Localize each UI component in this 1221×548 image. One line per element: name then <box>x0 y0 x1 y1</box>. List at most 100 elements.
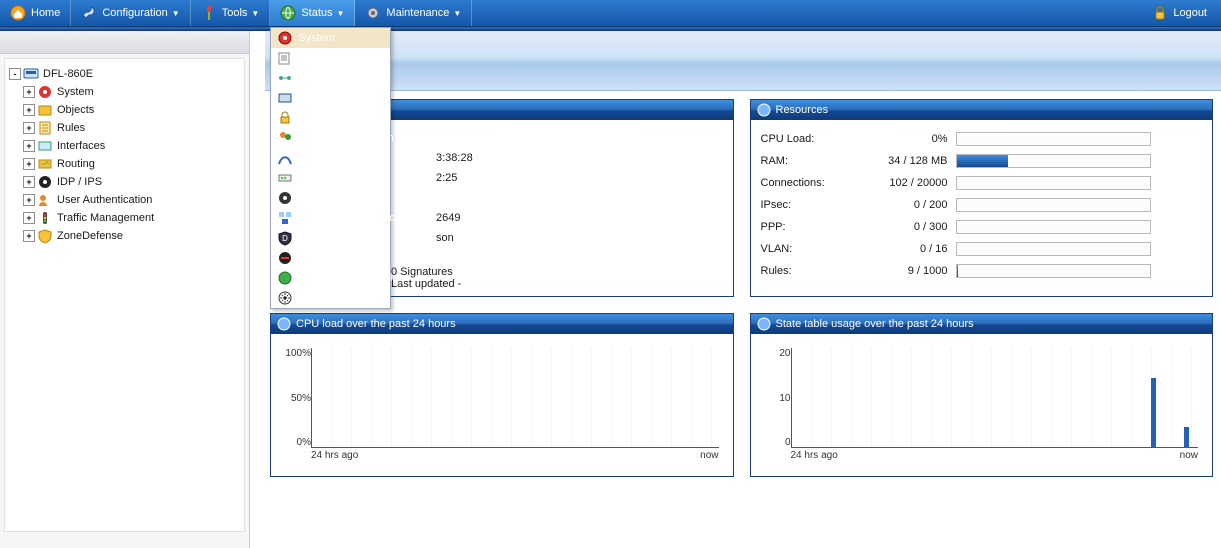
svg-text:D: D <box>282 234 288 243</box>
zonedefense-icon: D <box>277 230 293 246</box>
status-dd-connections[interactable]: Connections <box>271 68 390 88</box>
menu-status-label: Status <box>301 7 332 19</box>
menu-home-label: Home <box>31 7 60 19</box>
slb-icon <box>277 210 293 226</box>
chart-icon <box>757 317 771 331</box>
resource-value: 0 / 200 <box>866 199 956 211</box>
status-dd-label: Routes <box>298 152 333 164</box>
chip-icon <box>757 103 771 117</box>
status-dropdown: System Logging Connections Interfaces IPsec U… <box>270 27 391 309</box>
resource-key: CPU Load: <box>761 133 866 145</box>
status-dd-routes[interactable]: Routes <box>271 148 390 168</box>
tools-icon <box>201 5 217 21</box>
idp-icon <box>37 174 53 190</box>
tree-item-userauth[interactable]: +User Authentication <box>9 191 240 209</box>
status-dd-label: Interfaces <box>298 92 346 104</box>
resource-row: CPU Load:0% <box>761 128 1203 150</box>
status-dd-idpips[interactable]: IDP/IPS <box>271 188 390 208</box>
resource-bar <box>956 264 1151 278</box>
interfaces-icon <box>277 90 293 106</box>
status-dd-user-auth[interactable]: User Authentication <box>271 128 390 148</box>
status-dd-dhcp[interactable]: DHCP Server <box>271 168 390 188</box>
status-dd-label: Logging <box>298 52 337 64</box>
status-dd-label: Blacklist <box>298 252 338 264</box>
resource-value: 9 / 1000 <box>866 265 956 277</box>
status-dd-label: User Authentication <box>298 132 393 144</box>
resource-value: 0 / 300 <box>866 221 956 233</box>
status-dd-slb[interactable]: Server Load Balancing <box>271 208 390 228</box>
status-dd-logging[interactable]: Logging <box>271 48 390 68</box>
content-area: System Status ModSys3:38:28Upti2:25ConFi… <box>250 31 1221 548</box>
resource-bar <box>956 132 1151 146</box>
resource-key: VLAN: <box>761 243 866 255</box>
tree-expand-icon[interactable]: + <box>23 230 35 242</box>
tree-item-zonedef[interactable]: +ZoneDefense <box>9 227 240 245</box>
resource-value: 0 / 16 <box>866 243 956 255</box>
tree-item-rules[interactable]: + Rules <box>9 119 240 137</box>
status-dd-blacklist[interactable]: Blacklist <box>271 248 390 268</box>
tree-item-label: Rules <box>57 122 85 134</box>
status-dd-wcf[interactable]: Web Content Filtering <box>271 268 390 288</box>
resource-bar <box>956 220 1151 234</box>
chevron-down-icon: ▼ <box>251 9 259 18</box>
tree-item-traffic[interactable]: + Traffic Management <box>9 209 240 227</box>
resource-value: 0% <box>866 133 956 145</box>
y-tick: 50% <box>291 393 311 404</box>
resource-key: Rules: <box>761 265 866 277</box>
tree-item-idp[interactable]: + IDP / IPS <box>9 173 240 191</box>
menu-configuration[interactable]: Configuration ▼ <box>71 0 190 26</box>
sysinfo-value: 3:38:28 <box>376 152 723 164</box>
status-dd-system[interactable]: System <box>271 28 390 48</box>
tree-item-label: IDP / IPS <box>57 176 102 188</box>
status-dd-interfaces[interactable]: Interfaces <box>271 88 390 108</box>
tree-item-routing[interactable]: +Routing <box>9 155 240 173</box>
menu-tools[interactable]: Tools ▼ <box>191 0 271 26</box>
menu-configuration-label: Configuration <box>102 7 167 19</box>
resource-bar <box>956 176 1151 190</box>
chart-icon <box>277 317 291 331</box>
menu-home[interactable]: Home <box>0 0 71 26</box>
status-dd-ipsec[interactable]: IPsec <box>271 108 390 128</box>
nav-tree: - DFL-860E +System+Objects+Rules+Interfa… <box>4 58 245 532</box>
x-tick: now <box>1180 450 1198 461</box>
tree-item-system[interactable]: +System <box>9 83 240 101</box>
chart-bar <box>1151 378 1156 447</box>
tree-item-label: Traffic Management <box>57 212 154 224</box>
logout-button[interactable]: Logout <box>1138 0 1221 26</box>
sidebar-header <box>0 31 249 54</box>
tree-expand-icon[interactable]: + <box>23 122 35 134</box>
tree-expand-icon[interactable]: + <box>23 176 35 188</box>
dhcp-icon <box>277 170 293 186</box>
tree-expand-icon[interactable]: + <box>23 158 35 170</box>
interfaces-icon <box>37 138 53 154</box>
tree-root[interactable]: - DFL-860E <box>9 65 240 83</box>
zonedef-icon <box>37 228 53 244</box>
menu-status[interactable]: Status ▼ SystemLoggingConnectionsInterfa… <box>270 0 355 26</box>
tree-expand-icon[interactable]: + <box>23 140 35 152</box>
y-tick: 100% <box>285 348 311 359</box>
panel-resources: Resources CPU Load:0%RAM:34 / 128 MBConn… <box>750 99 1214 297</box>
tree-collapse-icon[interactable]: - <box>9 68 21 80</box>
resource-bar <box>956 242 1151 256</box>
status-dd-zonedefense[interactable]: DZoneDefense <box>271 228 390 248</box>
tree-item-objects[interactable]: +Objects <box>9 101 240 119</box>
status-dd-label: Server Load Balancing <box>298 212 409 224</box>
device-icon <box>23 66 39 82</box>
tree-expand-icon[interactable]: + <box>23 86 35 98</box>
status-dd-av[interactable]: Anti-Virus <box>271 288 390 308</box>
tree-expand-icon[interactable]: + <box>23 104 35 116</box>
tree-expand-icon[interactable]: + <box>23 212 35 224</box>
menu-maintenance[interactable]: Maintenance ▼ <box>355 0 472 26</box>
traffic-icon <box>37 210 53 226</box>
sysinfo-value: 2:25 <box>376 172 723 184</box>
resource-key: PPP: <box>761 221 866 233</box>
chart-bar <box>1184 427 1189 447</box>
tree-expand-icon[interactable]: + <box>23 194 35 206</box>
panel-cpu-chart-header: CPU load over the past 24 hours <box>271 314 733 334</box>
panel-state-chart-header: State table usage over the past 24 hours <box>751 314 1213 334</box>
x-tick: 24 hrs ago <box>791 450 838 461</box>
tree-item-interfaces[interactable]: +Interfaces <box>9 137 240 155</box>
y-tick: 0% <box>297 437 311 448</box>
tree-root-label: DFL-860E <box>43 68 93 80</box>
userauth-icon <box>37 192 53 208</box>
